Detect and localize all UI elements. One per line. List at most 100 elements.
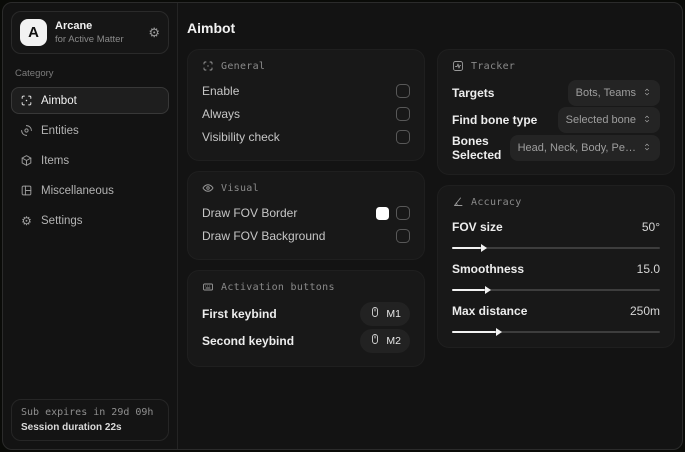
slider-fill [452,328,502,336]
right-column: Tracker Targets Bots, Teams Find bone ty… [437,49,675,348]
setting-label: Visibility check [202,130,280,144]
fov-size-slider[interactable] [452,244,660,252]
setting-row-visibility-check: Visibility check [202,126,410,148]
setting-label: Bones Selected [452,134,502,162]
slider-fill [452,286,492,294]
sidebar: A Arcane for Active Matter ⚙ Category Ai… [3,3,178,449]
sidebar-item-items[interactable]: Items [11,147,169,174]
visual-card: Visual Draw FOV Border Draw FOV Backgrou… [187,171,425,260]
entities-icon [20,124,33,137]
chevron-updown-icon [642,139,652,157]
smoothness-slider-group: Smoothness 15.0 [452,258,660,294]
targets-dropdown[interactable]: Bots, Teams [567,80,660,106]
dropdown-value: Selected bone [565,114,636,126]
setting-label: Enable [202,84,240,98]
slider-label: FOV size [452,220,503,234]
setting-row-always: Always [202,103,410,125]
slider-fill [452,244,488,252]
settings-gear-icon[interactable]: ⚙ [148,26,160,39]
setting-row-first-keybind: First keybind M1 [202,301,410,327]
category-nav: Aimbot Entities Items Miscellaneous ⚙ Se… [11,87,169,235]
sidebar-item-aimbot[interactable]: Aimbot [11,87,169,114]
section-label: Visual [221,182,259,194]
cube-icon [20,154,33,167]
slider-header: Max distance 250m [452,300,660,322]
tracker-section-head: Tracker [452,60,660,72]
section-label: Accuracy [471,196,522,208]
section-label: Activation buttons [221,281,335,293]
setting-label: Second keybind [202,334,295,348]
dropdown-value: Head, Neck, Body, Pe… [517,142,636,154]
visibility-check-checkbox[interactable] [396,130,410,144]
slider-header: Smoothness 15.0 [452,258,660,280]
sidebar-item-label: Entities [41,124,79,137]
setting-label: Find bone type [452,113,538,127]
first-keybind-button[interactable]: M1 [360,302,410,326]
setting-row-find-bone-type: Find bone type Selected bone [452,107,660,133]
brand-card: A Arcane for Active Matter ⚙ [11,11,169,54]
sidebar-item-entities[interactable]: Entities [11,117,169,144]
keyboard-icon [202,281,214,293]
section-label: Tracker [471,60,516,72]
smoothness-slider[interactable] [452,286,660,294]
slider-value: 250m [629,304,660,318]
sidebar-item-label: Aimbot [41,94,77,107]
gear-icon: ⚙ [21,214,32,228]
fov-size-slider-group: FOV size 50° [452,216,660,252]
angle-icon [452,196,464,208]
find-bone-type-dropdown[interactable]: Selected bone [557,107,660,133]
slider-header: FOV size 50° [452,216,660,238]
slider-thumb[interactable] [481,244,488,252]
fov-border-checkbox[interactable] [396,206,410,220]
dropdown-value: Bots, Teams [575,87,636,99]
sidebar-item-settings[interactable]: ⚙ Settings [11,207,169,235]
subscription-card: Sub expires in 29d 09h Session duration … [11,399,169,441]
sidebar-item-miscellaneous[interactable]: Miscellaneous [11,177,169,204]
sidebar-item-label: Miscellaneous [41,184,114,197]
brand-subtitle: for Active Matter [55,34,124,45]
max-distance-slider-group: Max distance 250m [452,300,660,336]
mouse-icon [369,332,381,350]
second-keybind-button[interactable]: M2 [360,329,410,353]
keybind-value: M1 [386,308,401,320]
crosshair-icon [202,60,214,72]
enable-checkbox[interactable] [396,84,410,98]
bones-selected-dropdown[interactable]: Head, Neck, Body, Pe… [509,135,660,161]
brand-name: Arcane [55,20,93,32]
activation-section-head: Activation buttons [202,281,410,293]
session-duration-text: Session duration 22s [21,422,122,433]
brand-logo: A [20,19,47,46]
category-label: Category [15,68,54,79]
general-card: General Enable Always Visibility check [187,49,425,161]
general-section-head: General [202,60,410,72]
setting-label: First keybind [202,307,277,321]
chevron-updown-icon [642,111,652,129]
setting-row-second-keybind: Second keybind M2 [202,328,410,354]
slider-label: Smoothness [452,262,525,276]
page-title: Aimbot [187,20,236,36]
slider-value: 50° [641,220,660,234]
setting-label: Draw FOV Background [202,229,326,243]
slider-thumb[interactable] [495,328,502,336]
app-window: A Arcane for Active Matter ⚙ Category Ai… [2,2,683,450]
keybind-value: M2 [386,335,401,347]
always-checkbox[interactable] [396,107,410,121]
setting-row-targets: Targets Bots, Teams [452,80,660,106]
tracker-card: Tracker Targets Bots, Teams Find bone ty… [437,49,675,175]
setting-label: Targets [452,86,495,100]
slider-thumb[interactable] [485,286,492,294]
brand-text: Arcane for Active Matter [55,20,140,45]
accuracy-card: Accuracy FOV size 50° Smoothness 15.0 Ma… [437,185,675,348]
sidebar-item-label: Items [41,154,70,167]
max-distance-slider[interactable] [452,328,660,336]
sidebar-item-label: Settings [41,215,83,227]
setting-label: Always [202,107,241,121]
setting-row-fov-border: Draw FOV Border [202,202,410,224]
activation-card: Activation buttons First keybind M1 Seco… [187,270,425,367]
visual-section-head: Visual [202,182,410,194]
setting-row-enable: Enable [202,80,410,102]
fov-background-checkbox[interactable] [396,229,410,243]
fov-border-color-swatch[interactable] [376,206,389,220]
activity-icon [452,60,464,72]
